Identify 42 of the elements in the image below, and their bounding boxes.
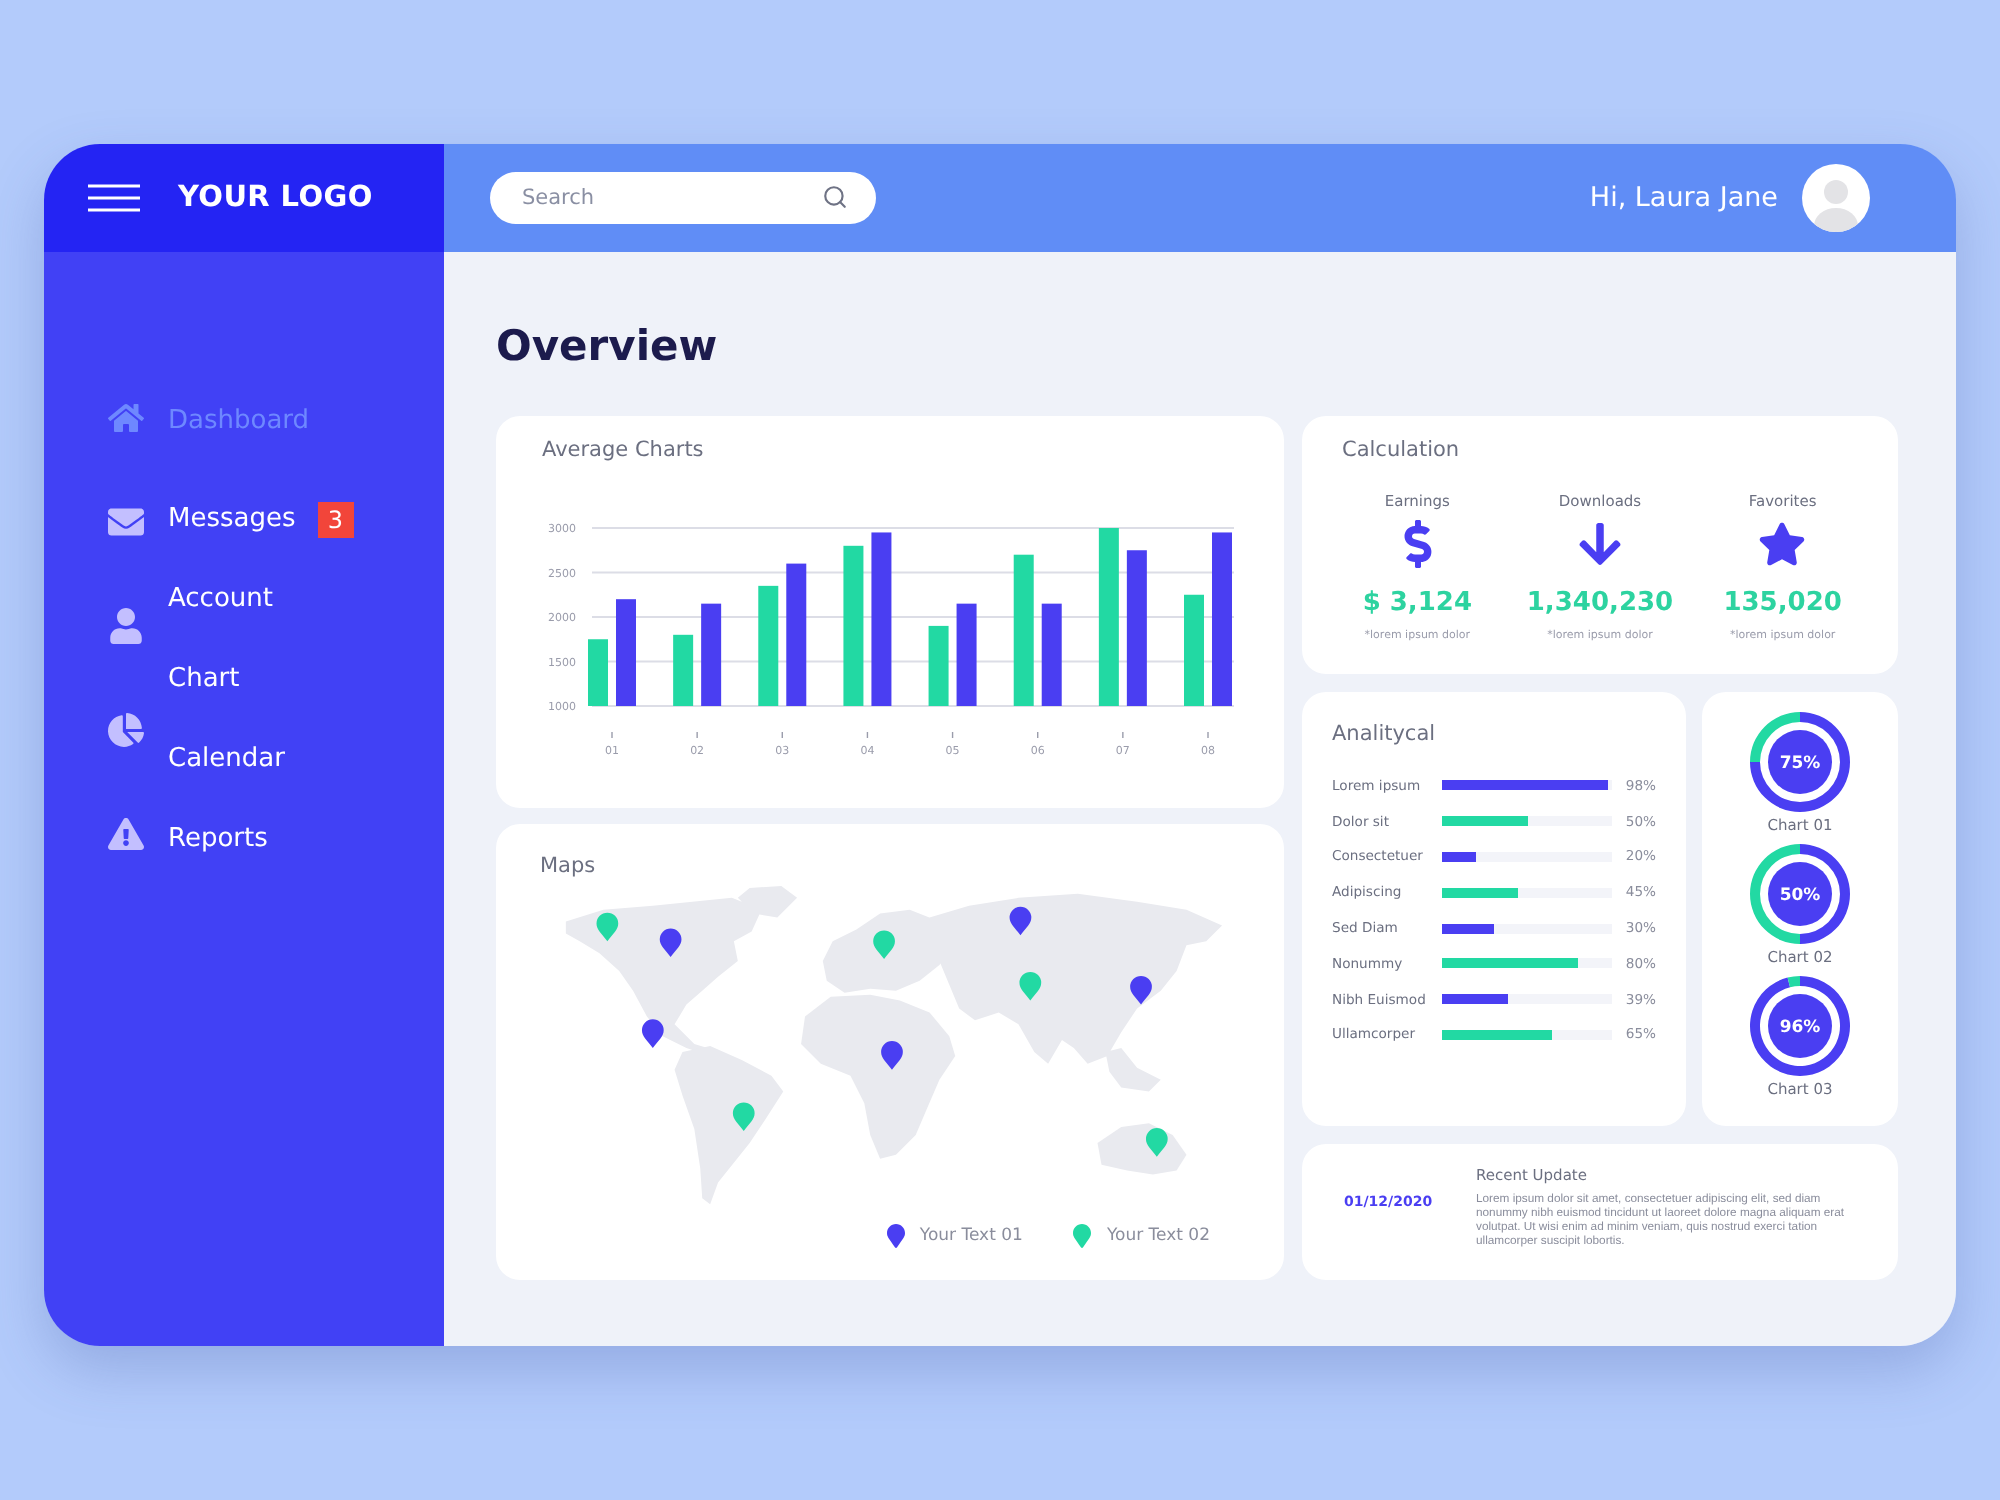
page-title: Overview [496,320,718,372]
down-arrow-icon [1575,520,1624,568]
card-title: Calculation [1342,436,1460,464]
chart-bar [616,599,636,706]
user-icon [108,608,144,644]
search-field[interactable]: Search [490,172,876,224]
card-title: Analitycal [1332,720,1436,748]
chart-bar [701,603,722,706]
logo-text: YOUR LOGO [178,182,373,214]
menu-icon[interactable] [88,184,140,212]
stat-value: 135,020 [1723,588,1842,620]
legend-label: Your Text 01 [919,1224,1023,1248]
stat-value: 1,340,230 [1526,588,1674,620]
chart-bar [673,634,694,706]
chart-bar [928,625,949,706]
legend-label: Your Text 02 [1106,1224,1210,1248]
chart-bar [1184,594,1204,706]
nav-item[interactable]: Account [168,580,273,620]
percent-value: 96% [1768,994,1832,1058]
pie-chart-icon [108,712,144,748]
chart-bar [786,563,807,706]
chart-bar [758,585,779,706]
percent-value: 75% [1768,730,1832,794]
stat-value: $ 3,124 [1362,588,1473,620]
chart-bar [956,603,977,706]
nav-item[interactable]: Reports [168,820,268,860]
avatar-icon[interactable] [1802,164,1870,232]
warning-icon [108,816,144,852]
chart-bar [1041,603,1062,706]
mail-icon [108,504,144,540]
star-icon [1758,520,1807,568]
home-icon [108,400,144,436]
nav-item[interactable]: Calendar [168,740,285,780]
nav-item[interactable]: Messages [168,500,296,540]
percent-value: 50% [1768,862,1832,926]
greeting-text: Hi, Laura Jane [1589,182,1778,214]
card-title: Average Charts [542,436,704,464]
chart-bar [588,639,608,706]
search-icon[interactable] [822,184,848,210]
nav-item[interactable]: Chart [168,660,240,700]
card-title: Maps [540,852,596,880]
count-badge: 3 [317,502,354,538]
